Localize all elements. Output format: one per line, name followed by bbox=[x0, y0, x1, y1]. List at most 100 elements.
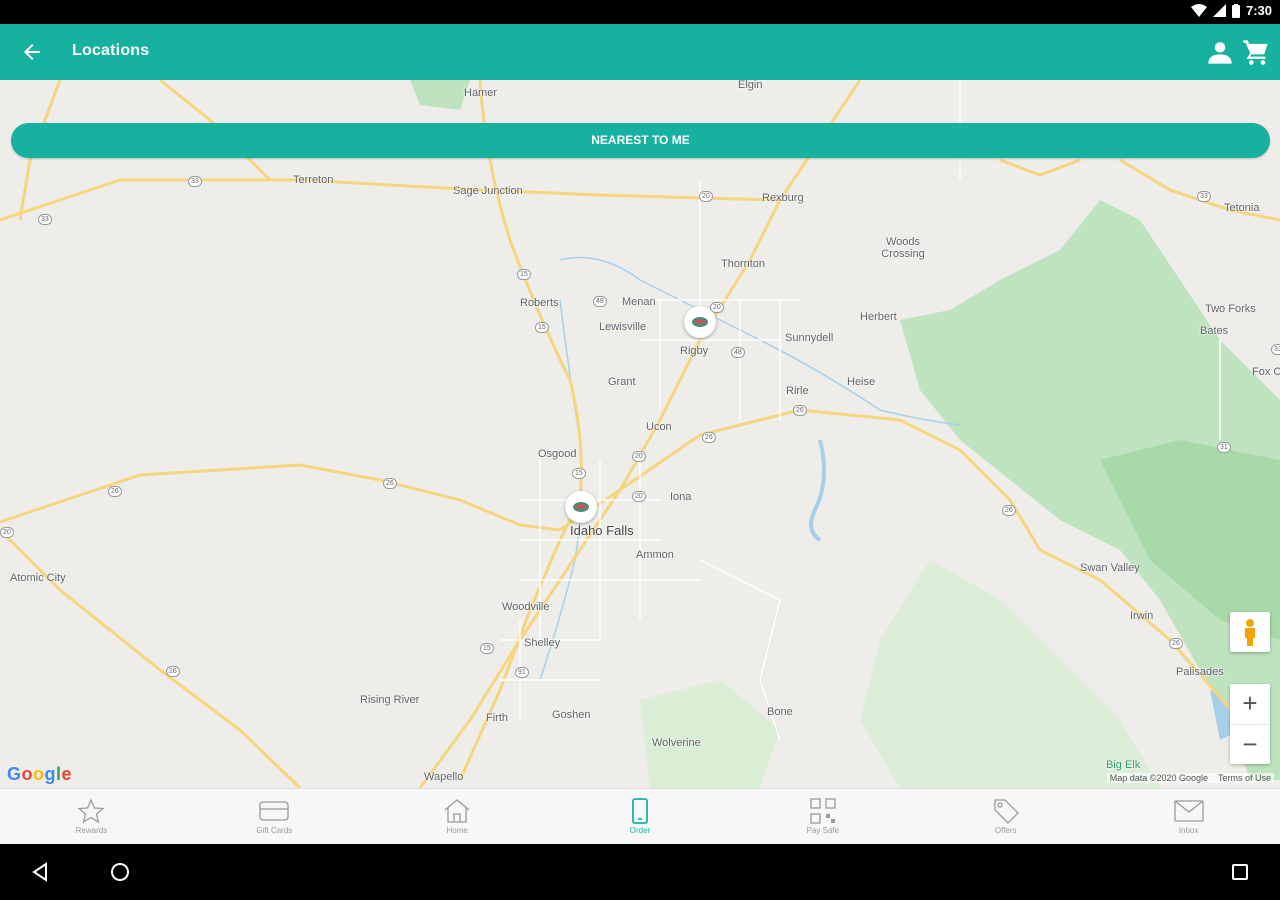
cart-icon[interactable] bbox=[1242, 38, 1270, 66]
place-label: Woods Crossing bbox=[881, 236, 925, 260]
route-shield: 15 bbox=[572, 468, 586, 479]
status-time: 7:30 bbox=[1245, 3, 1272, 18]
recents-square-icon[interactable] bbox=[1228, 860, 1252, 884]
place-label: Sunnydell bbox=[785, 332, 834, 344]
route-shield: 15 bbox=[480, 643, 494, 654]
place-label: Wapello bbox=[424, 771, 464, 783]
nav-item-home[interactable]: Home bbox=[366, 789, 549, 844]
account-icon[interactable] bbox=[1206, 38, 1234, 66]
back-triangle-icon[interactable] bbox=[28, 860, 52, 884]
place-label: Roberts bbox=[520, 297, 559, 309]
place-label: Herbert bbox=[860, 311, 897, 323]
terms-link[interactable]: Terms of Use bbox=[1218, 773, 1271, 783]
place-label: Grant bbox=[608, 376, 636, 388]
route-shield: 48 bbox=[731, 347, 745, 358]
place-label: Menan bbox=[622, 296, 656, 308]
gift-card-icon bbox=[259, 801, 289, 821]
route-shield: 33 bbox=[1197, 191, 1211, 202]
place-label: Elgin bbox=[738, 80, 763, 91]
nav-item-order[interactable]: Order bbox=[549, 789, 732, 844]
system-nav bbox=[0, 844, 1280, 900]
place-label: Terreton bbox=[293, 174, 334, 186]
place-label: Goshen bbox=[552, 709, 591, 721]
route-shield: 20 bbox=[632, 451, 646, 462]
star-icon bbox=[77, 798, 106, 824]
app-bar: Locations bbox=[0, 24, 1280, 80]
battery-icon bbox=[1231, 3, 1240, 18]
place-label: Irwin bbox=[1130, 610, 1154, 622]
home-icon bbox=[444, 799, 470, 823]
place-label: Lewisville bbox=[599, 321, 647, 333]
place-label: Big Elk bbox=[1106, 759, 1141, 771]
place-label: Two Forks bbox=[1205, 303, 1256, 315]
place-label: Swan Valley bbox=[1080, 562, 1140, 574]
route-shield: 33 bbox=[188, 176, 202, 187]
place-label: Tetonia bbox=[1224, 202, 1260, 214]
tag-icon bbox=[994, 799, 1019, 824]
place-label: Heise bbox=[847, 376, 876, 388]
pegman-icon[interactable] bbox=[1230, 612, 1270, 652]
map-view[interactable]: Hamer Terreton Sage Junction Rexburg Tet… bbox=[0, 80, 1280, 788]
location-marker-icon[interactable] bbox=[684, 306, 716, 338]
route-shield: 26 bbox=[793, 405, 807, 416]
page-title: Locations bbox=[72, 42, 150, 59]
place-label: Idaho Falls bbox=[570, 523, 634, 538]
route-shield: 33 bbox=[1271, 344, 1280, 355]
nav-item-rewards[interactable]: Rewards bbox=[0, 789, 183, 844]
place-label: Wolverine bbox=[652, 737, 701, 749]
wifi-icon bbox=[1190, 3, 1207, 17]
place-label: Bone bbox=[767, 706, 793, 718]
nav-label: Offers bbox=[994, 826, 1017, 835]
qr-code-icon bbox=[810, 798, 836, 824]
snake-river-south bbox=[539, 299, 583, 681]
zoom-controls: + − bbox=[1230, 684, 1270, 764]
forest-area-south bbox=[640, 680, 780, 788]
route-shield: 33 bbox=[38, 214, 52, 225]
route-shield: 26 bbox=[1169, 638, 1183, 649]
back-arrow-icon[interactable] bbox=[20, 40, 44, 64]
snake-river bbox=[559, 256, 961, 426]
place-label: Fox Cr bbox=[1252, 366, 1280, 378]
nav-item-pay-safe[interactable]: Pay Safe bbox=[731, 789, 914, 844]
place-label: Hamer bbox=[464, 87, 498, 99]
bottom-nav: Rewards Gift Cards Home Order Pay Safe O… bbox=[0, 788, 1280, 844]
status-bar: 7:30 bbox=[0, 0, 1280, 24]
place-label: Rexburg bbox=[762, 192, 804, 204]
route-shield: 26 bbox=[383, 478, 397, 489]
river bbox=[809, 439, 826, 542]
place-label: Palisades bbox=[1176, 666, 1224, 678]
place-label: Firth bbox=[486, 712, 508, 724]
attribution-text: Map data ©2020 Google bbox=[1109, 773, 1208, 783]
place-label: Rirle bbox=[786, 385, 809, 397]
nearest-to-me-button[interactable]: NEAREST TO ME bbox=[11, 123, 1270, 158]
nav-item-gift-cards[interactable]: Gift Cards bbox=[183, 789, 366, 844]
forest-area-north bbox=[410, 80, 470, 110]
nav-item-offers[interactable]: Offers bbox=[914, 789, 1097, 844]
place-label: Woodville bbox=[502, 601, 550, 613]
map-attribution: Map data ©2020 Google Terms of Use bbox=[1106, 773, 1274, 783]
place-label: Sage Junction bbox=[453, 185, 523, 197]
route-shield: 20 bbox=[699, 191, 713, 202]
phone-icon bbox=[632, 798, 648, 824]
nav-label: Order bbox=[629, 826, 651, 835]
home-circle-icon[interactable] bbox=[108, 860, 132, 884]
zoom-out-button[interactable]: − bbox=[1230, 724, 1270, 764]
route-shield: 31 bbox=[1217, 442, 1231, 453]
place-label: Ammon bbox=[636, 549, 674, 561]
location-marker-icon[interactable] bbox=[565, 491, 597, 523]
route-shield: 26 bbox=[166, 666, 180, 677]
signal-icon bbox=[1212, 3, 1226, 17]
nav-item-inbox[interactable]: Inbox bbox=[1097, 789, 1280, 844]
status-icons: 7:30 bbox=[1190, 3, 1272, 18]
route-shield: 20 bbox=[632, 491, 646, 502]
route-shield: 26 bbox=[702, 432, 716, 443]
place-label: Rising River bbox=[360, 694, 420, 706]
place-label: Ucon bbox=[646, 421, 672, 433]
zoom-in-button[interactable]: + bbox=[1230, 684, 1270, 724]
route-shield: 15 bbox=[535, 322, 549, 333]
route-shield: 48 bbox=[593, 296, 607, 307]
place-label: Atomic City bbox=[10, 572, 66, 584]
place-label: Iona bbox=[670, 491, 692, 503]
place-label: Shelley bbox=[524, 637, 561, 649]
nav-label: Rewards bbox=[75, 826, 108, 835]
